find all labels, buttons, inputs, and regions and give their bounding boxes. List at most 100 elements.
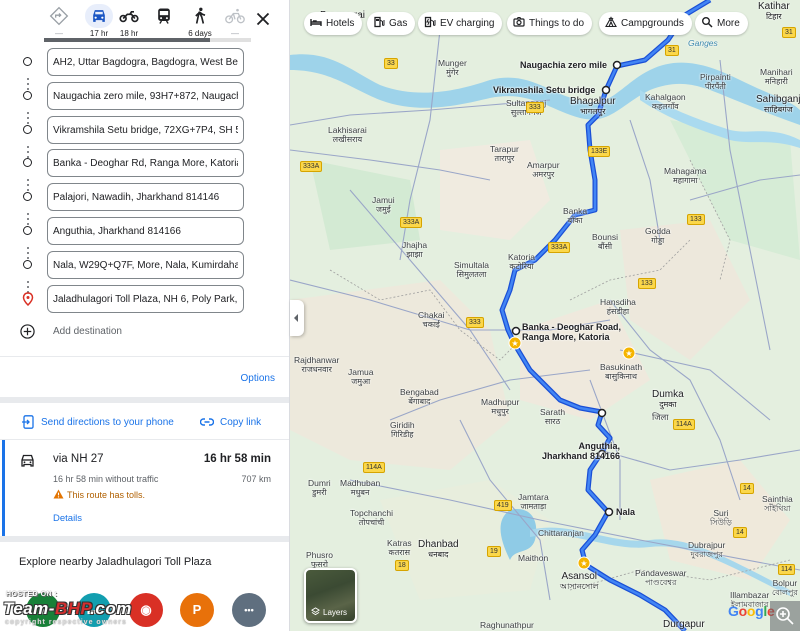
map-label-chittaranjan: Chittaranjan — [538, 528, 584, 538]
chip-things-to-do-label: Things to do — [529, 18, 585, 29]
explore-restaurants-button[interactable]: ⑂ — [26, 593, 60, 627]
layers-button[interactable]: Layers — [304, 568, 357, 623]
map-canvas[interactable]: ★ ★ ★ Begusaraiबेगूसराय Mungerमुंगेर Lak… — [290, 0, 800, 631]
chip-ev-charging[interactable]: EV charging — [418, 12, 503, 35]
map-label-pandaveswar: Pandaveswar পাণ্ডবেশ্বর — [635, 568, 687, 587]
explore-more-button[interactable]: ••• — [232, 593, 266, 627]
route-duration: 16 hr 58 min — [203, 453, 271, 465]
explore-things-to-do-button[interactable]: ◉ — [129, 593, 163, 627]
map-label-asansol: Asansol আসানসোল — [560, 571, 599, 592]
map-label-kahalgaon: Kahalgaon कहलगाँव — [645, 92, 686, 111]
parking-icon: P — [192, 602, 202, 617]
map-label-maithon: Maithon — [518, 553, 549, 563]
copy-link-label: Copy link — [220, 417, 262, 428]
camera-icon — [513, 14, 525, 27]
map-label-jamui: Jamui जमुई — [372, 195, 395, 214]
explore-hotels-button[interactable]: ▬ — [77, 593, 111, 627]
ev-charging-icon — [424, 14, 436, 28]
map-label-hansdiha: Hansdiha हंसडीहा — [600, 297, 636, 316]
map-label-bounsi: Bounsi बौंसी — [592, 232, 618, 251]
warning-icon — [53, 489, 64, 499]
stop-8-input[interactable] — [47, 285, 244, 313]
chip-things-to-do[interactable]: Things to do — [507, 12, 593, 35]
camera-icon: ◉ — [140, 602, 152, 617]
map-label-chakai: Chakai चकाई — [418, 310, 445, 329]
map-label-mahagama: Mahagama महागामा — [664, 166, 707, 185]
explore-parking-button[interactable]: P — [180, 593, 214, 627]
highway-shield: 33 — [384, 58, 398, 69]
chip-ev-charging-label: EV charging — [440, 18, 495, 29]
mode-cycling[interactable]: — — [215, 4, 255, 40]
add-circle-icon — [20, 324, 35, 339]
close-directions-button[interactable] — [252, 8, 274, 30]
loading-progress-bar — [44, 38, 251, 42]
waypoint-nala-marker[interactable] — [604, 507, 614, 517]
chip-hotels[interactable]: Hotels — [304, 12, 363, 35]
layers-label-wrap: Layers — [311, 607, 347, 617]
hotel-icon: ▬ — [87, 602, 101, 617]
travel-mode-bar: — 17 hr 18 hr 6 days — — [0, 0, 289, 42]
google-maps-app: — 17 hr 18 hr 6 days — AH2, Uttar Bagdog… — [0, 0, 800, 631]
map-label-madhupur: Madhupur मधुपुर — [481, 397, 520, 416]
directions-panel: — 17 hr 18 hr 6 days — AH2, Uttar Bagdog… — [0, 0, 290, 631]
toll-warning-text: This route has tolls. — [67, 490, 146, 500]
bicycle-icon — [221, 4, 249, 28]
route-details-link[interactable]: Details — [53, 513, 82, 524]
waypoint-palajori-marker[interactable] — [597, 408, 607, 418]
chip-gas[interactable]: Gas — [367, 12, 416, 35]
route-time-without-traffic: 16 hr 58 min without traffic — [53, 474, 159, 484]
waypoint-circle-icon — [23, 57, 32, 66]
highway-shield: 114A — [363, 462, 385, 473]
send-directions-label: Send directions to your phone — [41, 417, 174, 428]
stop-3-input[interactable] — [47, 116, 244, 144]
stop-1 — [0, 48, 289, 76]
restaurant-icon: ⑂ — [39, 602, 47, 617]
stop-7-input[interactable] — [47, 251, 244, 279]
map-label-munger: Munger मुंगेर — [438, 58, 467, 77]
options-button[interactable]: Options — [241, 373, 275, 384]
stop-1-input[interactable] — [47, 48, 244, 76]
highway-shield: 14 — [740, 483, 754, 494]
stop-4-input[interactable] — [47, 149, 244, 177]
map-label-dubrajpur: Dubrajpur দুবরাজপুর — [688, 540, 726, 559]
map-label-bhagalpur: Bhagalpur भागलपुर — [570, 96, 616, 117]
stop-7 — [0, 251, 289, 279]
map-label-jamua: Jamua जमुआ — [348, 367, 374, 386]
waypoint-vikramshila-marker[interactable] — [601, 85, 611, 95]
mode-motorcycle[interactable]: 18 hr — [109, 4, 149, 40]
route-label-anguthia: Anguthia, Jharkhand 814166 — [542, 441, 621, 461]
highway-shield: 419 — [494, 500, 512, 511]
highway-shield: 31 — [782, 27, 796, 38]
map-label-basukinath: Basukinath बासुकिनाथ — [600, 362, 643, 381]
map-label-ganges: Ganges — [688, 38, 718, 48]
collapse-panel-button[interactable] — [290, 300, 304, 336]
chip-campgrounds-label: Campgrounds — [621, 18, 684, 29]
waypoint-banka-marker[interactable] — [511, 326, 521, 336]
tent-icon — [605, 14, 617, 28]
send-to-phone-icon — [22, 415, 34, 429]
search-icon — [701, 14, 713, 28]
mode-walking[interactable]: 6 days — [180, 4, 220, 40]
waypoint-circle-icon — [23, 192, 32, 201]
route-option-card[interactable]: via NH 27 16 hr 58 min 16 hr 58 min with… — [0, 440, 289, 536]
mode-best[interactable]: — — [39, 4, 79, 40]
chip-more[interactable]: More — [695, 12, 748, 35]
stop-5-input[interactable] — [47, 183, 244, 211]
stop-6-input[interactable] — [47, 217, 244, 245]
map-label-katoria: Katoria कटोरिया — [508, 252, 535, 271]
highway-shield: 114 — [778, 564, 796, 575]
highway-shield: 333A — [400, 217, 423, 228]
highway-shield: 133 — [687, 214, 705, 225]
map-label-banka: Banka बाँका — [563, 206, 588, 225]
zoom-in-button[interactable] — [770, 601, 800, 631]
mode-transit[interactable] — [144, 4, 184, 40]
map-label-bengabad: Bengabad बेंगाबाद — [400, 387, 439, 406]
stop-2-input[interactable] — [47, 82, 244, 110]
chip-campgrounds[interactable]: Campgrounds — [599, 12, 692, 35]
waypoint-naugachia-marker[interactable] — [612, 60, 622, 70]
svg-text:★: ★ — [511, 339, 518, 348]
map-label-dumka-district: जिला — [652, 412, 669, 422]
highway-shield: 31 — [665, 45, 679, 56]
chip-gas-label: Gas — [389, 18, 408, 29]
layers-icon — [311, 607, 320, 616]
